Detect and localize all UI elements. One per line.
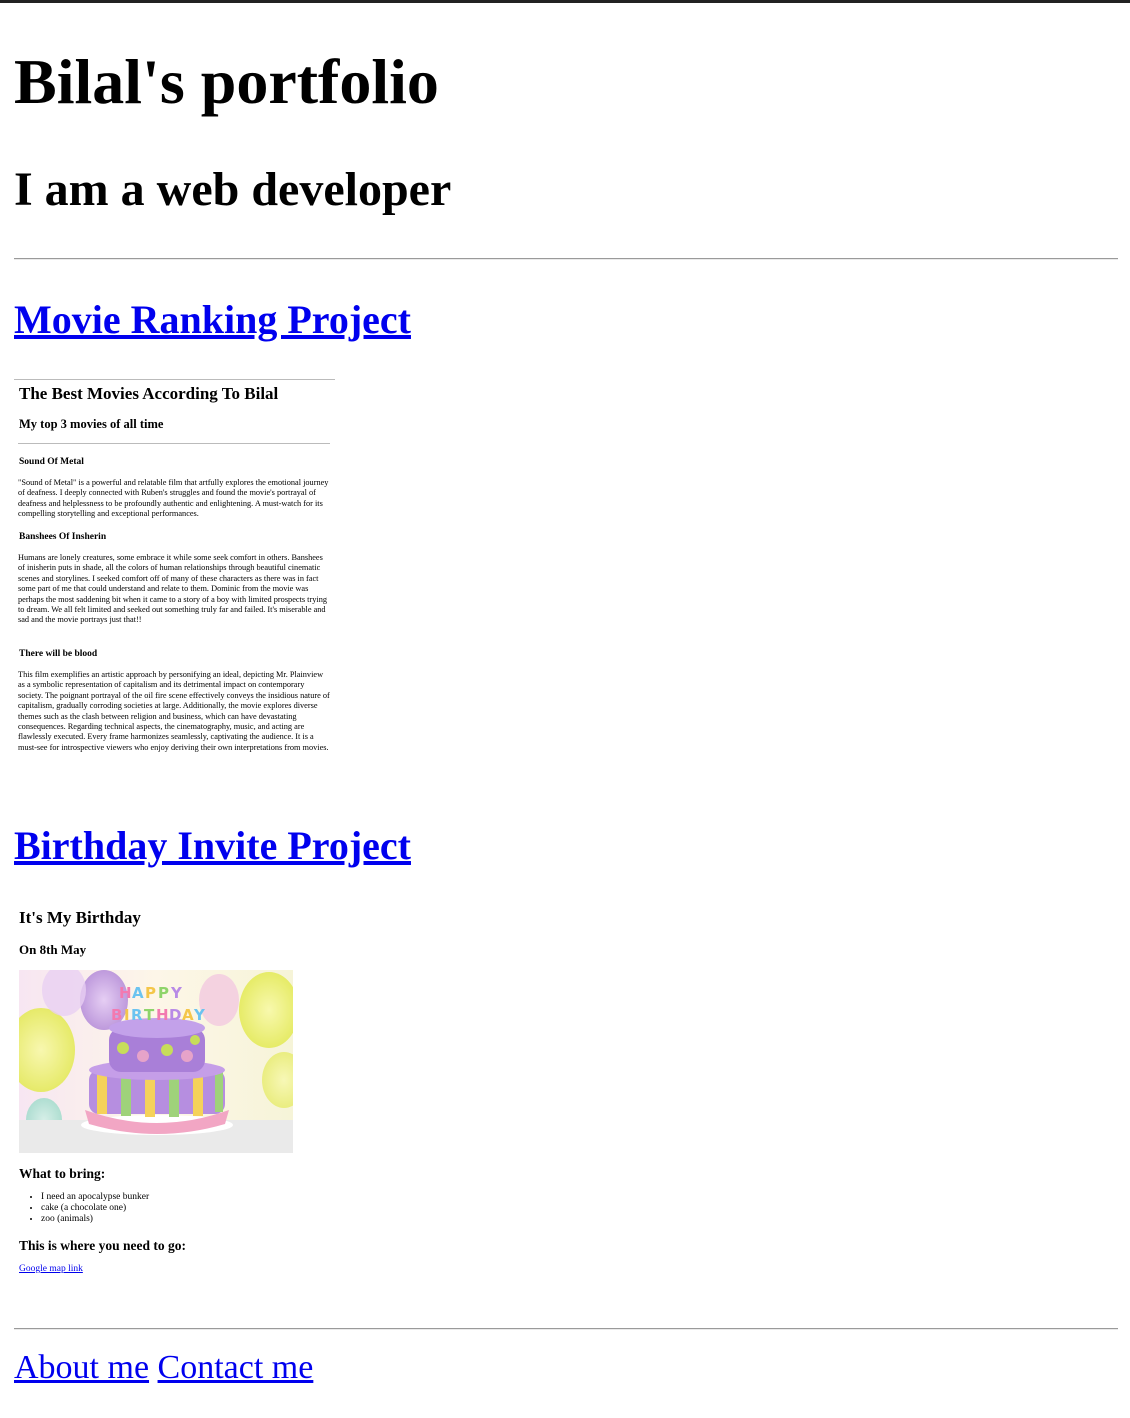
preview-divider [18, 443, 330, 444]
movie-title: Sound Of Metal [19, 457, 84, 467]
movie-title: There will be blood [19, 649, 98, 659]
movie-preview-heading: The Best Movies According To Bilal [19, 384, 279, 403]
svg-text:B: B [111, 1006, 122, 1024]
svg-text:A: A [182, 1006, 194, 1024]
movie-review: "Sound of Metal" is a powerful and relat… [18, 478, 329, 519]
svg-text:P: P [158, 984, 169, 1002]
bring-heading: What to bring: [19, 1166, 106, 1181]
preview-divider [14, 379, 335, 380]
list-item: cake (a chocolate one) [41, 1203, 149, 1214]
movie-project-preview: The Best Movies According To Bilal My to… [14, 372, 336, 772]
movie-project-link[interactable]: Movie Ranking Project [14, 296, 411, 344]
birthday-project-preview: It's My Birthday On 8th May H A P P Y B … [14, 900, 414, 1290]
movie-title: Banshees Of Insherin [19, 532, 107, 542]
page-subtitle: I am a web developer [14, 163, 452, 216]
list-item: zoo (animals) [41, 1214, 149, 1225]
birthday-heading: It's My Birthday [19, 908, 141, 927]
list-item: I need an apocalypse bunker [41, 1192, 149, 1203]
svg-text:R: R [131, 1006, 143, 1024]
bring-list: I need an apocalypse bunker cake (a choc… [19, 1192, 149, 1225]
svg-text:Y: Y [193, 1006, 206, 1024]
svg-text:P: P [145, 984, 156, 1002]
movie-review: This film exemplifies an artistic approa… [18, 670, 330, 752]
birthday-project-link[interactable]: Birthday Invite Project [14, 822, 411, 870]
birthday-cake-image: H A P P Y B I R T H D A Y [19, 970, 293, 1153]
about-me-link[interactable]: About me [14, 1349, 149, 1386]
svg-text:H: H [119, 984, 132, 1002]
svg-text:T: T [144, 1006, 155, 1024]
svg-text:A: A [132, 984, 144, 1002]
movie-preview-subheading: My top 3 movies of all time [19, 417, 164, 431]
svg-text:Y: Y [170, 984, 183, 1002]
google-map-link[interactable]: Google map link [19, 1264, 83, 1274]
svg-text:H: H [156, 1006, 169, 1024]
contact-me-link[interactable]: Contact me [158, 1349, 314, 1386]
page-title: Bilal's portfolio [14, 46, 439, 117]
divider-bottom [14, 1328, 1118, 1330]
where-heading: This is where you need to go: [19, 1238, 187, 1253]
movie-review: Humans are lonely creatures, some embrac… [18, 553, 327, 625]
svg-text:D: D [169, 1006, 181, 1024]
top-border [0, 0, 1130, 3]
birthday-date: On 8th May [19, 942, 87, 957]
divider-top [14, 258, 1118, 260]
footer-nav: About me Contact me [14, 1346, 313, 1390]
svg-text:I: I [124, 1006, 130, 1024]
